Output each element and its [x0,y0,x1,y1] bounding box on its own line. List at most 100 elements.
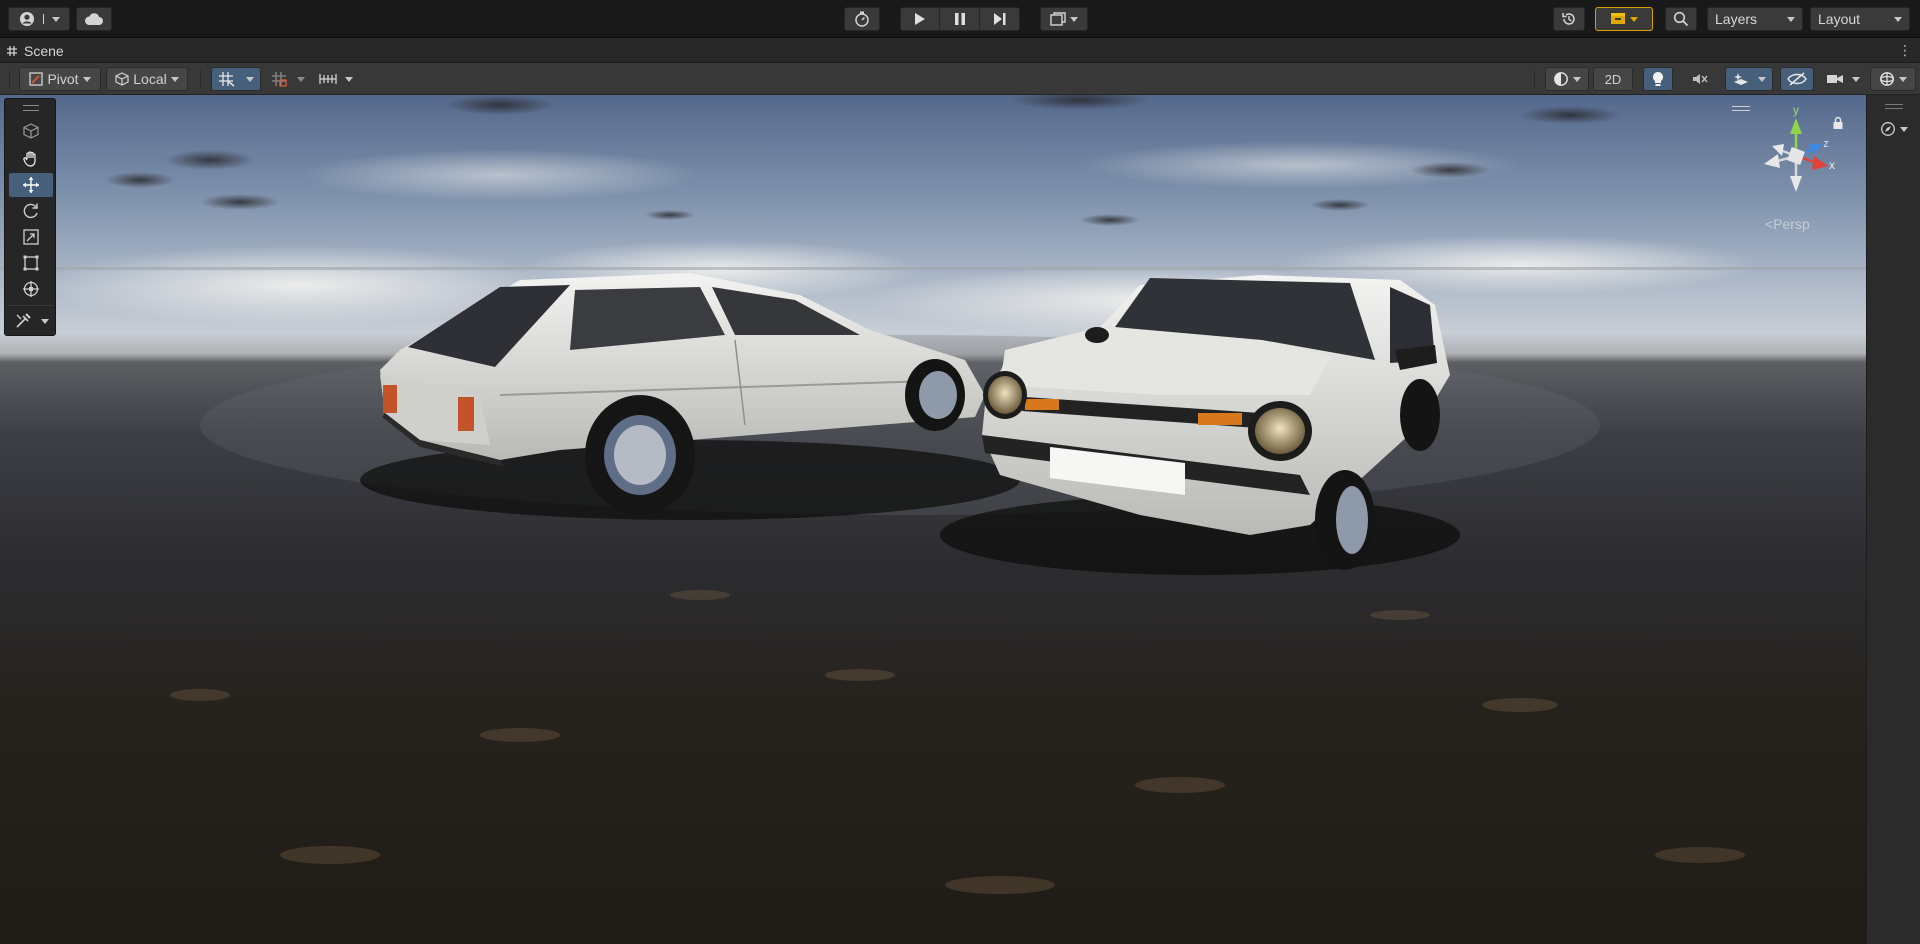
audio-toggle[interactable] [1685,67,1715,91]
pivot-label: Pivot [47,71,79,87]
lighting-toggle[interactable] [1643,67,1673,91]
side-grip[interactable] [1885,104,1903,109]
move-tool-button[interactable] [9,173,53,197]
orientation-gizmo[interactable]: y z x [1756,104,1836,208]
chevron-down-icon [1787,16,1795,22]
chevron-down-icon [1852,76,1860,82]
gizmos-dropdown[interactable] [1870,67,1916,91]
chevron-down-icon [82,76,91,82]
separator [1534,70,1535,88]
chevron-down-icon [1894,16,1902,22]
projection-toggle[interactable]: <Persp [1765,216,1810,232]
local-dropdown[interactable]: Local [106,67,188,91]
tab-scene[interactable]: Scene [6,38,64,63]
axis-y-label: y [1793,104,1799,117]
window-layout-dropdown[interactable] [1040,7,1088,31]
grid-snap-icon [219,72,235,87]
overlay-side-panel [1866,95,1920,944]
local-label: Local [133,71,167,87]
scale-tool-button[interactable] [9,225,53,249]
effects-icon [1734,73,1748,85]
chevron-down-icon [1899,76,1907,82]
layers-label: Layers [1715,11,1758,27]
chevron-down-icon [297,76,305,82]
camera-settings-dropdown[interactable] [1822,67,1864,91]
ruler-icon [319,74,337,84]
light-bulb-icon [1653,72,1663,86]
increment-snap-toggle[interactable] [266,67,310,91]
step-icon [993,13,1005,25]
snap-increment-icon [272,72,287,87]
toolbar-grip [9,70,10,88]
step-button[interactable] [980,7,1020,31]
hand-tool-button[interactable] [9,147,53,171]
chevron-down-icon [41,318,49,324]
2d-label: 2D [1604,71,1622,87]
orientation-overlay-dropdown[interactable] [1873,118,1915,140]
view-tool-button[interactable] [9,119,53,143]
axis-x-label: x [1829,158,1835,172]
pivot-dropdown[interactable]: Pivot [19,67,101,91]
hand-icon [23,151,36,167]
scene-viewport[interactable] [0,95,1866,944]
gizmo-grip[interactable] [1732,106,1750,111]
effects-dropdown[interactable] [1725,67,1773,91]
more-options-icon[interactable]: ⋮ [1898,42,1912,58]
pivot-icon [29,72,44,86]
pause-button[interactable] [940,7,980,31]
tools-divider [9,305,53,306]
timer-icon [855,11,869,27]
search-button[interactable] [1665,7,1697,31]
scene-render [0,95,1866,894]
tools-overlay [4,98,56,336]
account-icon [19,12,34,26]
chevron-down-icon [345,76,353,82]
scene-visibility-toggle[interactable] [1780,67,1814,91]
rotate-icon [23,203,38,219]
gizmo-icon [1880,72,1894,86]
cube-icon [23,123,39,139]
scale-icon [23,229,39,245]
2d-mode-toggle[interactable]: 2D [1593,67,1633,91]
custom-tools-icon [16,313,31,328]
play-icon [915,13,925,25]
undo-history-button[interactable] [1553,7,1585,31]
history-icon [1562,13,1575,25]
audio-mute-icon [1693,74,1708,84]
tab-title: Scene [24,42,64,59]
cloud-button[interactable] [76,7,112,31]
custom-tool-dropdown[interactable] [37,309,53,333]
account-dropdown[interactable] [8,7,70,31]
main-toolbar: Layers Layout [0,0,1920,38]
cloud-icon [84,13,103,25]
grid-icon [7,45,17,56]
cube-icon [115,72,129,86]
grid-visibility-toggle[interactable] [211,67,261,91]
rect-tool-button[interactable] [9,251,53,275]
chevron-down-icon [246,76,254,82]
rotate-tool-button[interactable] [9,199,53,223]
custom-tool-button[interactable] [9,309,37,333]
chevron-down-icon [1630,16,1638,22]
separator [200,70,201,88]
play-button[interactable] [900,7,940,31]
eye-hidden-icon [1787,72,1807,86]
compass-icon [1881,122,1895,136]
chevron-down-icon [1573,76,1581,82]
chevron-left-icon: < [1765,216,1774,232]
shading-mode-dropdown[interactable] [1545,67,1589,91]
lock-icon[interactable] [1832,116,1844,130]
layers-dropdown[interactable]: Layers [1707,7,1803,31]
windows-icon [1050,12,1066,26]
chevron-down-icon [1758,76,1766,82]
window-tab-bar: Scene ⋮ [0,38,1920,63]
simulation-mode-button[interactable] [844,7,880,31]
transform-tool-button[interactable] [9,277,53,301]
ruler-snap-toggle[interactable] [314,67,358,91]
scene-toolbar: Pivot Local 2D [0,63,1920,95]
overlay-grip[interactable] [23,105,39,111]
pause-icon [954,13,965,25]
collaborate-dropdown[interactable] [1595,7,1653,31]
shading-icon [1554,72,1568,86]
layout-dropdown[interactable]: Layout [1810,7,1910,31]
